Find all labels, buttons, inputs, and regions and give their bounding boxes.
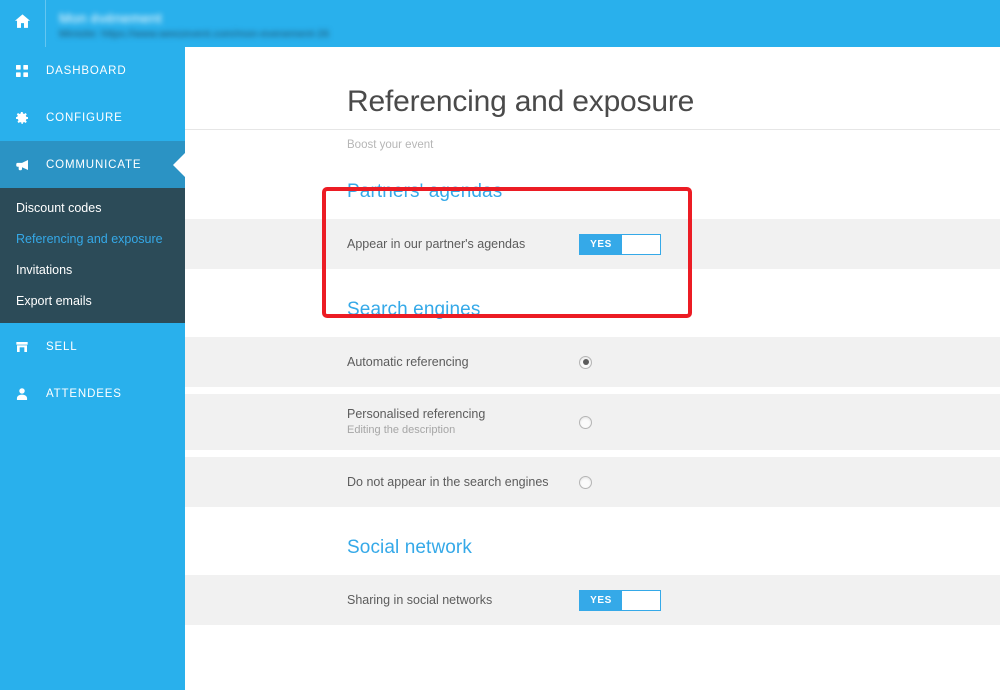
sidebar-item-label: CONFIGURE bbox=[46, 111, 123, 124]
social-network-section: Social network Sharing in social network… bbox=[185, 537, 1000, 625]
sidebar-item-dashboard[interactable]: DASHBOARD bbox=[0, 47, 185, 94]
search-option-row-automatic[interactable]: Automatic referencing bbox=[185, 337, 1000, 387]
partners-agendas-toggle[interactable]: YES bbox=[579, 233, 661, 255]
grid-icon bbox=[14, 63, 40, 79]
partners-agendas-section: Partners' agendas Appear in our partner'… bbox=[185, 181, 1000, 269]
sidebar-item-communicate[interactable]: COMMUNICATE bbox=[0, 141, 186, 188]
toggle-on-label: YES bbox=[580, 234, 622, 254]
store-icon bbox=[14, 339, 40, 355]
event-url: Minisite: https://www.weezevent.com/mon-… bbox=[59, 28, 330, 40]
sidebar-subitem-label: Export emails bbox=[16, 293, 92, 308]
partners-agendas-row: Appear in our partner's agendas YES bbox=[185, 219, 1000, 269]
sidebar-subitem-label: Invitations bbox=[16, 262, 73, 277]
row-label: Do not appear in the search engines bbox=[347, 474, 549, 489]
social-sharing-toggle[interactable]: YES bbox=[579, 589, 661, 611]
sidebar-submenu: Discount codes Referencing and exposure … bbox=[0, 188, 185, 323]
row-label-sub: Editing the description bbox=[347, 423, 456, 436]
page-header: Referencing and exposure Boost your even… bbox=[185, 47, 1000, 151]
sidebar-item-sell[interactable]: SELL bbox=[0, 323, 185, 370]
top-bar: Mon événement Minisite: https://www.weez… bbox=[0, 0, 1000, 47]
sidebar-subitem-referencing-and-exposure[interactable]: Referencing and exposure bbox=[0, 223, 185, 254]
row-label-text: Personalised referencing bbox=[347, 406, 486, 421]
header-divider bbox=[185, 129, 1000, 130]
radio-do-not-appear[interactable] bbox=[579, 475, 592, 489]
search-option-row-do-not-appear[interactable]: Do not appear in the search engines bbox=[185, 457, 1000, 507]
row-label: Personalised referencing Editing the des… bbox=[347, 407, 579, 438]
event-identity: Mon événement Minisite: https://www.weez… bbox=[46, 0, 1000, 47]
main-content: Referencing and exposure Boost your even… bbox=[185, 47, 1000, 690]
sidebar-subitem-invitations[interactable]: Invitations bbox=[0, 254, 185, 285]
section-title-social-network: Social network bbox=[347, 537, 472, 558]
sidebar-item-configure[interactable]: CONFIGURE bbox=[0, 94, 185, 141]
sidebar-subitem-discount-codes[interactable]: Discount codes bbox=[0, 192, 185, 223]
sidebar-subitem-label: Referencing and exposure bbox=[16, 231, 163, 246]
megaphone-icon bbox=[14, 157, 40, 173]
toggle-knob bbox=[622, 590, 660, 610]
row-label: Sharing in social networks bbox=[347, 592, 493, 607]
section-title-search-engines: Search engines bbox=[347, 299, 481, 320]
search-engines-section: Search engines Automatic referencing Per… bbox=[185, 299, 1000, 507]
search-option-row-personalised[interactable]: Personalised referencing Editing the des… bbox=[185, 394, 1000, 450]
sidebar-item-label: COMMUNICATE bbox=[46, 158, 142, 171]
home-button[interactable] bbox=[0, 0, 46, 47]
sidebar-item-label: ATTENDEES bbox=[46, 387, 122, 400]
sidebar-item-label: SELL bbox=[46, 340, 78, 353]
radio-dot-icon bbox=[582, 359, 589, 365]
sidebar-item-attendees[interactable]: ATTENDEES bbox=[0, 370, 185, 417]
sidebar-subitem-export-emails[interactable]: Export emails bbox=[0, 285, 185, 316]
sidebar-subitem-label: Discount codes bbox=[16, 200, 102, 215]
radio-personalised-referencing[interactable] bbox=[579, 415, 592, 429]
user-icon bbox=[14, 386, 40, 402]
social-sharing-row: Sharing in social networks YES bbox=[185, 575, 1000, 625]
event-title: Mon événement bbox=[59, 10, 162, 26]
row-label: Automatic referencing bbox=[347, 354, 469, 369]
radio-automatic-referencing[interactable] bbox=[579, 355, 592, 369]
toggle-on-label: YES bbox=[580, 590, 622, 610]
gear-icon bbox=[14, 110, 40, 126]
section-title-partners: Partners' agendas bbox=[347, 181, 503, 202]
sidebar-item-label: DASHBOARD bbox=[46, 64, 127, 77]
row-label: Appear in our partner's agendas bbox=[347, 236, 526, 251]
sidebar: DASHBOARD CONFIGURE COMMUNICATE Discount… bbox=[0, 47, 186, 690]
home-icon bbox=[13, 12, 32, 36]
page-title: Referencing and exposure bbox=[347, 85, 695, 118]
page-subtitle: Boost your event bbox=[347, 139, 434, 151]
toggle-knob bbox=[622, 234, 660, 254]
